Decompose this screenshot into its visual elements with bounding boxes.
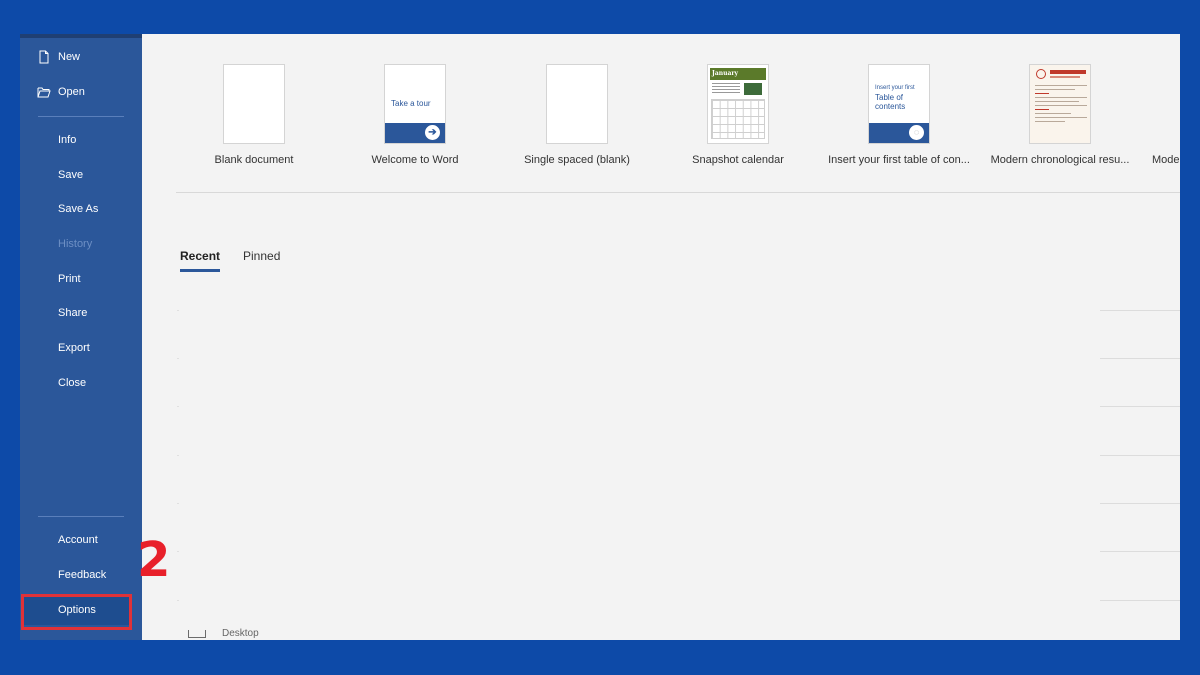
sidebar-item-label: Feedback — [58, 569, 107, 581]
template-thumbnail: Insert your first Table of contents ◌ — [868, 64, 930, 144]
sidebar-item-label: Export — [58, 342, 90, 354]
resume-logo — [1036, 69, 1046, 79]
resume-text-lines — [1035, 85, 1087, 125]
sidebar-item-label: Save — [58, 169, 84, 181]
folder-open-icon — [37, 87, 51, 98]
sidebar-item-label: Print — [58, 273, 81, 285]
list-row-marker — [177, 406, 179, 407]
template-thumbnail: Take a tour ➔ — [384, 64, 446, 144]
list-row-marker — [177, 310, 179, 311]
list-row-divider — [1100, 310, 1180, 311]
sidebar-item-export[interactable]: Export — [20, 333, 142, 363]
template-thumbnail — [546, 64, 608, 144]
sidebar-item-open[interactable]: Open — [20, 77, 142, 107]
sidebar-top-accent — [20, 34, 142, 38]
recent-location-label: Desktop — [222, 628, 259, 639]
list-row-divider — [1100, 503, 1180, 504]
sidebar-item-label: New — [58, 51, 81, 63]
calendar-grid — [711, 99, 765, 139]
sidebar-item-new[interactable]: New — [20, 42, 142, 72]
template-welcome-to-word[interactable]: Take a tour ➔ Welcome to Word — [336, 64, 494, 184]
thumbnail-text: Take a tour — [391, 99, 431, 108]
template-caption: Welcome to Word — [371, 154, 459, 166]
sidebar-item-label: Open — [58, 86, 85, 98]
tab-recent[interactable]: Recent — [180, 249, 220, 263]
template-caption: Insert your first table of con... — [828, 154, 970, 166]
template-thumbnail — [1029, 64, 1091, 144]
active-tab-indicator — [180, 269, 220, 272]
tab-pinned[interactable]: Pinned — [243, 249, 280, 263]
resume-header — [1050, 70, 1086, 74]
list-row-divider — [1100, 358, 1180, 359]
thumbnail-title: Table of contents — [875, 93, 906, 111]
list-row-divider — [1100, 600, 1180, 601]
list-row-marker — [177, 551, 179, 552]
list-row-marker — [177, 503, 179, 504]
template-caption: Modern chronological resu... — [990, 154, 1130, 166]
new-document-icon — [39, 50, 49, 64]
list-row-marker — [177, 600, 179, 601]
template-caption: Single spaced (blank) — [524, 154, 630, 166]
template-snapshot-calendar[interactable]: January Snapshot calendar — [659, 64, 817, 184]
sidebar-item-label: History — [58, 238, 93, 250]
template-caption: Mode — [1152, 154, 1180, 166]
sidebar-item-label: Save As — [58, 203, 99, 215]
templates-divider — [176, 192, 1180, 193]
sidebar-item-account[interactable]: Account — [20, 525, 142, 555]
resume-subheader — [1050, 76, 1080, 78]
sidebar-item-save-as[interactable]: Save As — [20, 194, 142, 224]
thumbnail-text: Insert your first — [875, 85, 915, 91]
sidebar-item-options[interactable]: Options — [21, 595, 132, 625]
template-thumbnail — [223, 64, 285, 144]
sidebar-item-label: Account — [58, 534, 98, 546]
template-modern-resume[interactable]: Modern chronological resu... — [981, 64, 1139, 184]
sidebar-item-save[interactable]: Save — [20, 160, 142, 190]
calendar-text-lines — [712, 83, 740, 95]
sidebar-item-history: History — [20, 229, 142, 259]
template-blank-document[interactable]: Blank document — [175, 64, 333, 184]
template-thumbnail: January — [707, 64, 769, 144]
template-partial[interactable]: Mode — [1142, 64, 1180, 184]
backstage-sidebar: New Open Info Save Save As History Print… — [20, 34, 142, 640]
list-row-divider — [1100, 406, 1180, 407]
word-backstage-window: New Open Info Save Save As History Print… — [20, 34, 1180, 640]
folder-icon — [188, 630, 206, 638]
sidebar-item-info[interactable]: Info — [20, 125, 142, 155]
sidebar-item-close[interactable]: Close — [20, 368, 142, 398]
sidebar-divider — [38, 116, 124, 117]
sidebar-item-label: Close — [58, 377, 87, 389]
sidebar-item-feedback[interactable]: Feedback — [20, 560, 142, 590]
template-single-spaced[interactable]: Single spaced (blank) — [498, 64, 656, 184]
spinner-icon: ◌ — [909, 125, 924, 140]
list-row-marker — [177, 358, 179, 359]
sidebar-item-share[interactable]: Share — [20, 298, 142, 328]
sidebar-item-print[interactable]: Print — [20, 264, 142, 294]
step-number-annotation: 2 — [137, 532, 171, 588]
template-caption: Blank document — [214, 154, 294, 166]
arrow-right-icon: ➔ — [425, 125, 440, 140]
list-row-marker — [177, 455, 179, 456]
calendar-month-header: January — [710, 68, 766, 80]
list-row-divider — [1100, 551, 1180, 552]
template-caption: Snapshot calendar — [692, 154, 784, 166]
sidebar-item-label: Info — [58, 134, 77, 146]
sidebar-divider — [38, 516, 124, 517]
calendar-photo — [744, 83, 762, 95]
sidebar-item-label: Share — [58, 307, 88, 319]
list-row-divider — [1100, 455, 1180, 456]
template-table-of-contents[interactable]: Insert your first Table of contents ◌ In… — [820, 64, 978, 184]
sidebar-item-label: Options — [58, 604, 96, 616]
